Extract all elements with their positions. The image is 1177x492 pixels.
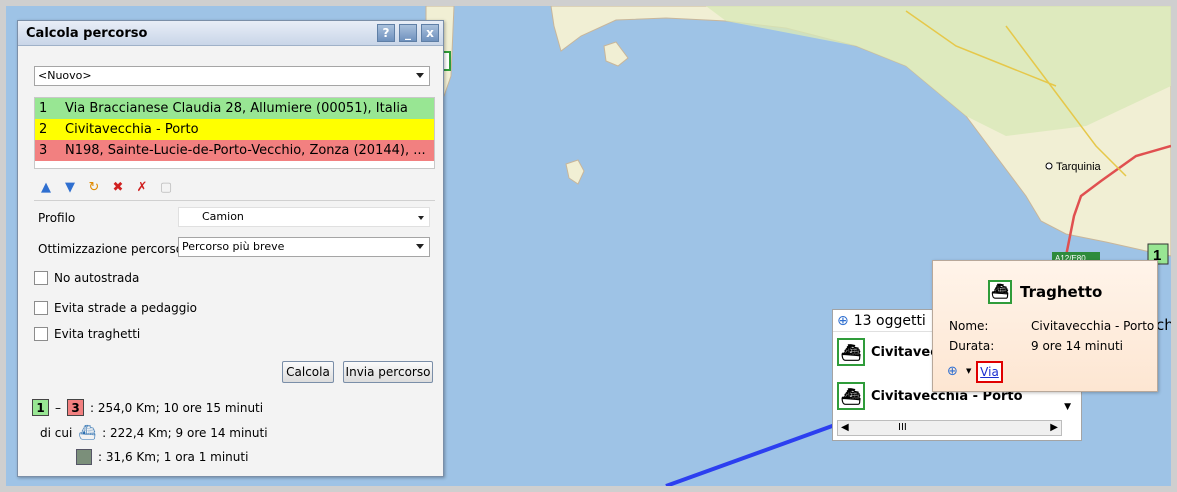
profile-select[interactable]: Camion bbox=[178, 207, 430, 227]
stops-toolbar: ▲ ▼ ↻ ✖ ✗ ▢ bbox=[34, 175, 435, 201]
move-up-icon[interactable]: ▲ bbox=[38, 180, 54, 195]
chevron-down-icon[interactable]: ▼ bbox=[966, 367, 971, 375]
zoom-icon[interactable]: ⊕ bbox=[947, 364, 958, 379]
popup-name-label: Nome: bbox=[949, 319, 989, 333]
popup-title: ⛴ Traghetto bbox=[988, 280, 1102, 304]
ferry-icon: ⛴ bbox=[988, 280, 1012, 304]
help-button[interactable]: ? bbox=[377, 24, 395, 42]
stop-row-3[interactable]: 3 N198, Sainte-Lucie-de-Porto-Vecchio, Z… bbox=[35, 140, 434, 161]
horizontal-scrollbar[interactable]: ◀ III ▶ bbox=[837, 420, 1062, 436]
move-down-icon[interactable]: ▼ bbox=[62, 180, 78, 195]
via-link[interactable]: Via bbox=[976, 361, 1003, 383]
stop-row-1[interactable]: 1 Via Braccianese Claudia 28, Allumiere … bbox=[35, 98, 434, 119]
avoid-ferry-checkbox[interactable] bbox=[34, 327, 48, 341]
optimization-select[interactable]: Percorso più breve bbox=[178, 237, 430, 257]
route-select[interactable]: <Nuovo> bbox=[34, 66, 430, 86]
popup-name-row: Nome: Civitavecchia - Porto bbox=[949, 319, 1154, 333]
scroll-thumb[interactable]: III bbox=[898, 422, 907, 433]
stop-number: 1 bbox=[39, 101, 48, 116]
chevron-down-icon bbox=[418, 216, 424, 220]
scroll-down-icon[interactable]: ▼ bbox=[1064, 402, 1071, 412]
route-panel: Calcola percorso ? _ x <Nuovo> 1 Via Bra… bbox=[17, 20, 444, 477]
avoid-toll-label: Evita strade a pedaggio bbox=[54, 301, 197, 315]
optimization-label: Ottimizzazione percorso bbox=[38, 242, 184, 256]
ferry-icon: ⛴ bbox=[837, 338, 865, 366]
popup-duration-value: 9 ore 14 minuti bbox=[1031, 339, 1124, 353]
scroll-left-icon[interactable]: ◀ bbox=[841, 422, 849, 433]
summary-ferry: di cui ⛴ : 222,4 Km; 9 ore 14 minuti bbox=[40, 425, 268, 441]
close-button[interactable]: x bbox=[421, 24, 439, 42]
copy-icon[interactable]: ▢ bbox=[158, 180, 174, 195]
ferry-route-line bbox=[665, 419, 847, 486]
delete-all-icon[interactable]: ✗ bbox=[134, 180, 150, 195]
no-highway-label: No autostrada bbox=[54, 271, 140, 285]
avoid-toll-checkbox[interactable] bbox=[34, 301, 48, 315]
no-highway-checkbox[interactable] bbox=[34, 271, 48, 285]
route-select-value: <Nuovo> bbox=[38, 69, 92, 82]
optimization-value: Percorso più breve bbox=[182, 240, 285, 253]
summary-ferry-text: : 222,4 Km; 9 ore 14 minuti bbox=[102, 426, 268, 440]
summary-total-text: : 254,0 Km; 10 ore 15 minuti bbox=[90, 400, 264, 415]
island-2 bbox=[603, 41, 629, 67]
summary-road: : 31,6 Km; 1 ora 1 minuti bbox=[76, 449, 248, 465]
stop-number: 3 bbox=[39, 143, 48, 158]
ferry-info-popup: ⛴ Traghetto Nome: Civitavecchia - Porto … bbox=[932, 260, 1158, 392]
popup-duration-row: Durata: 9 ore 14 minuti bbox=[949, 339, 1123, 353]
stop-label: N198, Sainte-Lucie-de-Porto-Vecchio, Zon… bbox=[65, 143, 426, 158]
map-edge-text: ch bbox=[1156, 316, 1174, 334]
summary-from-badge: 1 bbox=[32, 399, 49, 416]
chevron-down-icon bbox=[416, 73, 424, 78]
profile-label: Profilo bbox=[38, 211, 76, 225]
island bbox=[565, 159, 585, 185]
delete-icon[interactable]: ✖ bbox=[110, 180, 126, 195]
ferry-icon: ⛴ bbox=[78, 425, 97, 441]
summary-to-badge: 3 bbox=[67, 399, 84, 416]
reverse-icon[interactable]: ↻ bbox=[86, 180, 102, 195]
summary-road-text: : 31,6 Km; 1 ora 1 minuti bbox=[98, 450, 249, 464]
avoid-ferry-label: Evita traghetti bbox=[54, 327, 141, 341]
zoom-icon[interactable]: ⊕ bbox=[837, 313, 849, 329]
app-frame: Tarquinia A12/E80 1 ch Calcola percorso … bbox=[0, 0, 1177, 492]
stops-list: 1 Via Braccianese Claudia 28, Allumiere … bbox=[34, 97, 435, 169]
ferry-icon: ⛴ bbox=[837, 382, 865, 410]
send-route-button[interactable]: Invia percorso bbox=[343, 361, 433, 383]
panel-title: Calcola percorso bbox=[26, 25, 148, 41]
profile-value: Camion bbox=[202, 210, 244, 223]
popup-duration-label: Durata: bbox=[949, 339, 995, 353]
summary-of-which: di cui bbox=[40, 426, 73, 440]
road-icon bbox=[76, 449, 92, 465]
minimize-button[interactable]: _ bbox=[399, 24, 417, 42]
stop-label: Civitavecchia - Porto bbox=[65, 122, 199, 137]
land-hills bbox=[706, 6, 1171, 136]
city-dot bbox=[1045, 162, 1053, 170]
stop-row-2[interactable]: 2 Civitavecchia - Porto bbox=[35, 119, 434, 140]
panel-titlebar: Calcola percorso ? _ x bbox=[18, 21, 443, 46]
results-count: 13 oggetti bbox=[853, 312, 926, 329]
summary-dash: – bbox=[55, 400, 61, 415]
stop-number: 2 bbox=[39, 122, 48, 137]
stop-label: Via Braccianese Claudia 28, Allumiere (0… bbox=[65, 101, 408, 116]
summary-total: 1 – 3 : 254,0 Km; 10 ore 15 minuti bbox=[32, 399, 263, 416]
chevron-down-icon bbox=[416, 244, 424, 249]
popup-title-text: Traghetto bbox=[1020, 283, 1103, 301]
city-label: Tarquinia bbox=[1056, 161, 1102, 173]
scroll-right-icon[interactable]: ▶ bbox=[1050, 422, 1058, 433]
calculate-button[interactable]: Calcola bbox=[282, 361, 334, 383]
popup-name-value: Civitavecchia - Porto bbox=[1031, 319, 1155, 333]
